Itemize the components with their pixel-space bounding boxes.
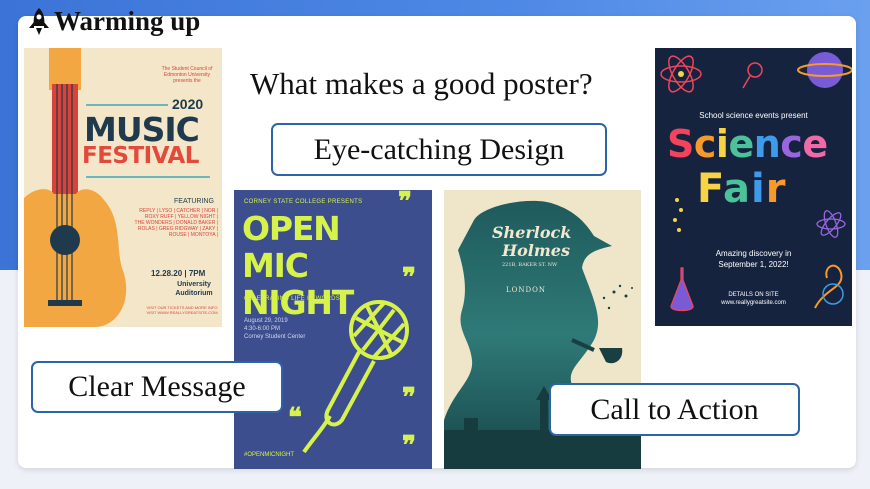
science-letter: i [750, 166, 766, 212]
science-title-line2: Fair [697, 166, 786, 212]
music-presenter: The Student Council of Edmonton Universi… [156, 66, 218, 84]
science-description-line: Amazing discovery in [715, 249, 792, 258]
science-letter: F [697, 166, 723, 212]
quote-mark-icon: ❞ [402, 431, 416, 461]
music-divider [86, 104, 168, 106]
eye-catching-design-label: Eye-catching Design [271, 123, 607, 176]
quote-mark-icon: ❝ [288, 403, 302, 433]
sherlock-title: Sherlock Holmes [492, 224, 571, 260]
music-featuring: FEATURING [174, 198, 214, 205]
science-description-line: September 1, 2022! [718, 260, 789, 269]
open-mic-poster: CORNEY STATE COLLEGE PRESENTS ❞ OPEN MIC… [234, 190, 432, 469]
music-footer: VISIT OUR TICKETS AND MORE INFO VISIT WW… [144, 305, 220, 315]
music-venue: University Auditorium [169, 280, 219, 298]
science-details-line: www.reallygreatsite.com [721, 300, 786, 306]
music-festival-poster: The Student Council of Edmonton Universi… [24, 48, 222, 327]
science-letter: e [802, 122, 828, 166]
music-venue-line: Auditorium [175, 290, 213, 297]
music-title-line2: FESTIVAL [82, 143, 199, 169]
science-letter: c [780, 122, 803, 166]
slide-question: What makes a good poster? [250, 66, 593, 101]
science-fair-poster: School science events present Science Fa… [655, 48, 852, 326]
sherlock-city: LONDON [506, 286, 546, 294]
section-title: Warming up [26, 6, 200, 37]
science-letter: e [728, 122, 754, 166]
sherlock-title-line: Sherlock [492, 223, 572, 242]
sherlock-address: 221B, BAKER ST. NW [502, 262, 558, 268]
sherlock-title-line: Holmes [502, 241, 570, 260]
music-date: 12.28.20 | 7PM [151, 269, 206, 278]
science-description: Amazing discovery in September 1, 2022! [655, 248, 852, 270]
science-letter: r [765, 166, 787, 212]
clear-message-label: Clear Message [31, 361, 283, 413]
science-letter: c [693, 122, 717, 166]
science-presents: School science events present [699, 111, 808, 120]
science-letter: S [667, 122, 694, 166]
music-venue-line: University [177, 281, 211, 288]
microphone-icon [302, 300, 409, 454]
science-letter: i [715, 122, 729, 166]
science-details: DETAILS ON SITE www.reallygreatsite.com [655, 291, 852, 307]
music-lineup-line: ROUSE | MONTOYA | [168, 232, 218, 238]
science-letter: a [722, 166, 751, 212]
music-lineup: REPLY | LYSO | CATCHER | NOR | ROXY RUFF… [126, 208, 218, 238]
science-title-line1: Science [667, 122, 828, 166]
science-details-line: DETAILS ON SITE [728, 292, 779, 298]
quote-mark-icon: ❞ [402, 383, 416, 413]
science-letter: n [753, 122, 781, 166]
rocket-icon [29, 7, 49, 35]
section-title-text: Warming up [54, 6, 201, 36]
music-footer-line: VISIT WWW.REALLYGREATSITE.COM [146, 310, 218, 315]
music-divider [86, 176, 210, 178]
openmic-hashtag: #OPENMICNIGHT [244, 452, 295, 458]
call-to-action-label: Call to Action [549, 383, 800, 436]
music-presenter-line: presents the [173, 78, 201, 84]
